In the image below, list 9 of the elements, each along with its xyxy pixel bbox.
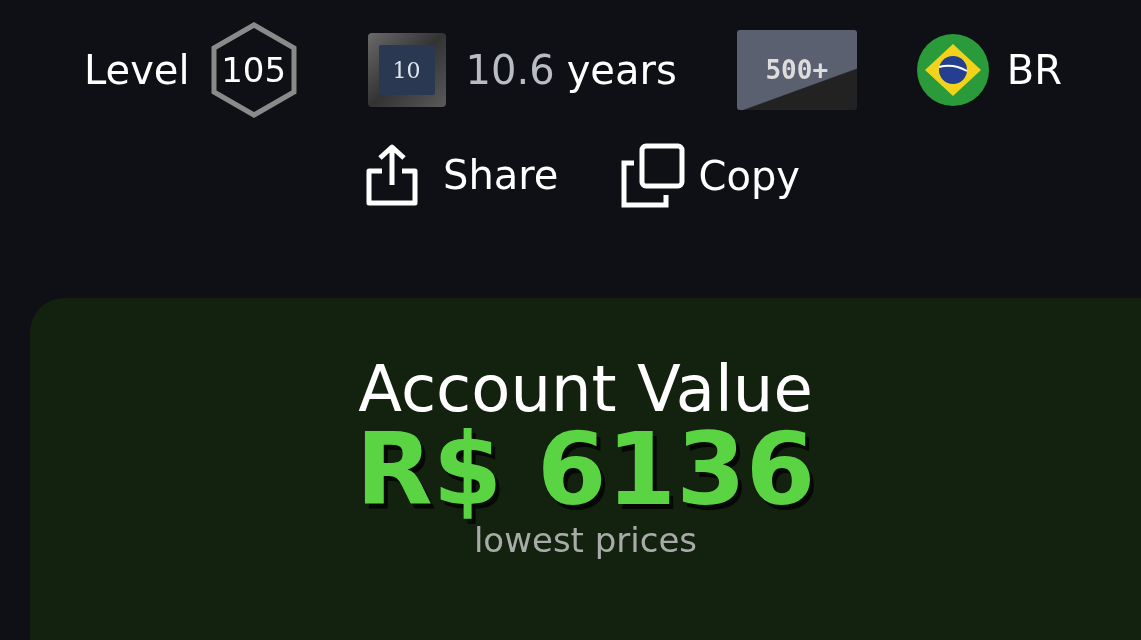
copy-button[interactable]: Copy: [620, 143, 800, 209]
level-label: Level: [84, 47, 190, 93]
years-unit: years: [566, 47, 677, 93]
games-badge: 500+: [736, 30, 857, 110]
years-badge: 10: [367, 33, 446, 107]
country-code: BR: [1006, 47, 1062, 93]
price-note: lowest prices: [473, 520, 698, 561]
years-value: 10.6: [465, 47, 555, 93]
share-button[interactable]: Share: [365, 143, 559, 207]
